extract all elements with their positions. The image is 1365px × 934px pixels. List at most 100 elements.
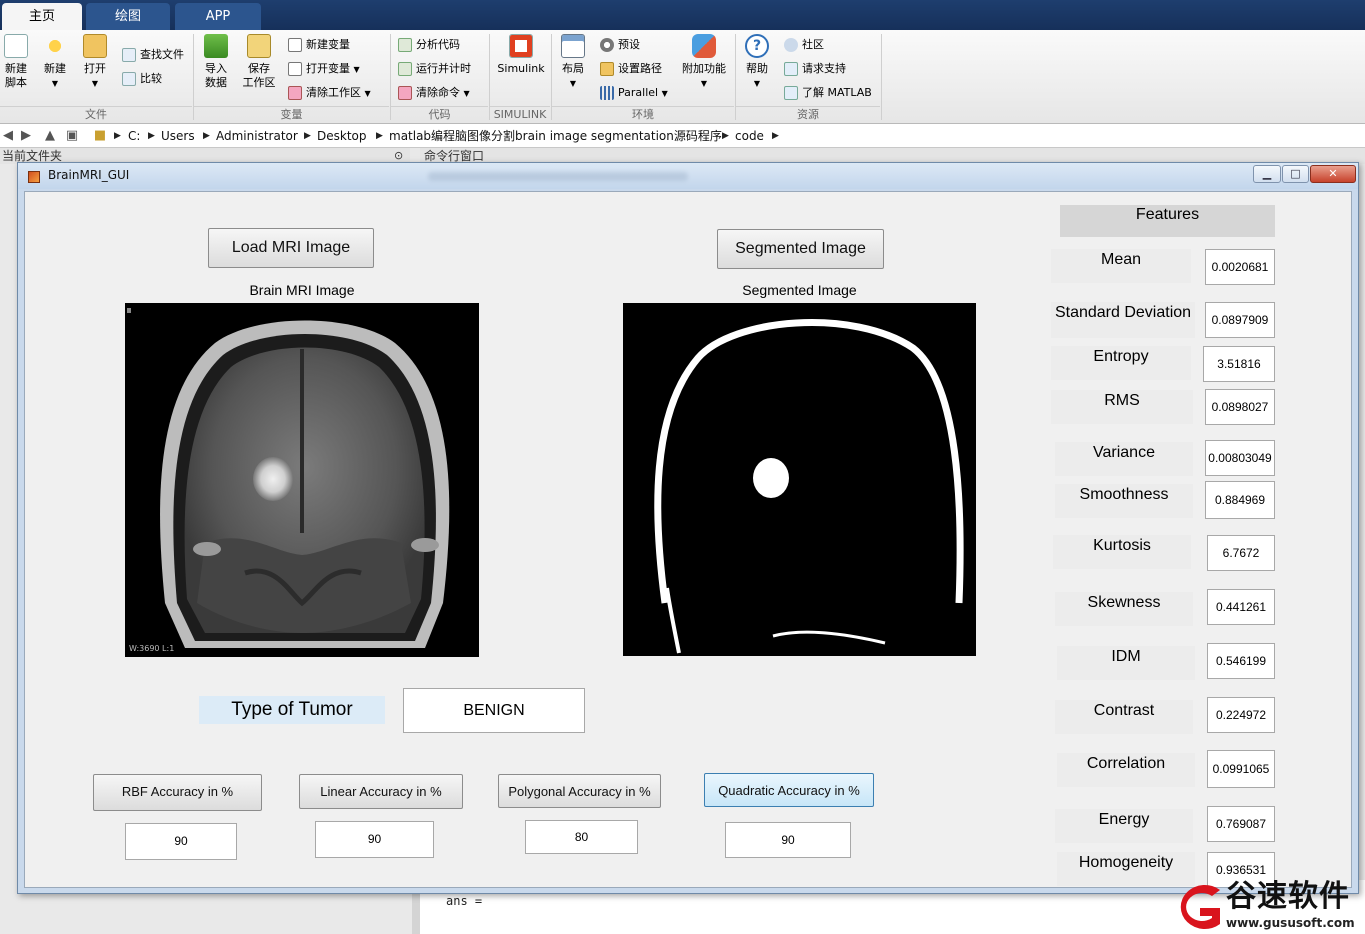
open-variable-label: 打开变量 — [306, 62, 350, 75]
layout-button[interactable]: 布局 ▼ — [558, 34, 588, 91]
breadcrumb-separator: ▶ — [148, 131, 155, 141]
parallel-label: Parallel — [618, 86, 659, 99]
community-label: 社区 — [802, 38, 824, 51]
feature-label-standard-deviation: Standard Deviation — [1051, 302, 1195, 338]
feature-value-entropy: 3.51816 — [1203, 346, 1275, 382]
save-workspace-icon — [247, 34, 271, 58]
brain-mri-axes-title: Brain MRI Image — [249, 282, 355, 298]
linear-accuracy-button[interactable]: Linear Accuracy in % — [299, 774, 463, 809]
feature-label-contrast: Contrast — [1055, 700, 1193, 734]
back-arrow-icon[interactable]: ◀ — [0, 128, 16, 144]
addons-label: 附加功能 — [682, 62, 726, 75]
learn-matlab-label: 了解 MATLAB — [802, 86, 872, 99]
new-button[interactable]: 新建 ▼ — [40, 34, 70, 91]
simulink-label: Simulink — [497, 62, 545, 75]
maximize-button[interactable]: □ — [1282, 165, 1309, 183]
figure-titlebar[interactable]: BrainMRI_GUI ▁ □ ✕ — [18, 163, 1358, 189]
window-title: BrainMRI_GUI — [48, 168, 130, 182]
analyze-code-button[interactable]: 分析代码 — [398, 36, 460, 54]
feature-value-standard-deviation: 0.0897909 — [1205, 302, 1275, 338]
find-files-icon — [122, 48, 136, 62]
feature-label-entropy: Entropy — [1051, 346, 1191, 380]
feature-label-kurtosis: Kurtosis — [1053, 535, 1191, 569]
run-time-icon — [398, 62, 412, 76]
polygonal-accuracy-button[interactable]: Polygonal Accuracy in % — [498, 774, 661, 808]
help-button[interactable]: ? 帮助 ▼ — [742, 34, 772, 91]
save-workspace-label: 保存 工作区 — [242, 62, 276, 89]
find-files-button[interactable]: 查找文件 — [122, 46, 184, 64]
feature-label-variance: Variance — [1055, 442, 1193, 476]
parallel-icon — [600, 86, 614, 100]
clear-commands-button[interactable]: 清除命令 ▼ — [398, 84, 470, 102]
save-workspace-button[interactable]: 保存 工作区 — [240, 34, 278, 90]
tab-home[interactable]: 主页 — [2, 3, 82, 30]
tab-apps[interactable]: APP — [175, 3, 261, 30]
tumor-type-value: BENIGN — [403, 688, 585, 733]
feature-label-smoothness: Smoothness — [1055, 484, 1193, 518]
request-support-button[interactable]: 请求支持 — [784, 60, 846, 78]
breadcrumb-item[interactable]: code — [735, 128, 764, 144]
breadcrumb-item[interactable]: Users — [161, 128, 195, 144]
preferences-label: 预设 — [618, 38, 640, 51]
simulink-button[interactable]: Simulink — [496, 34, 546, 76]
feature-value-mean: 0.0020681 — [1205, 249, 1275, 285]
load-mri-image-button[interactable]: Load MRI Image — [208, 228, 374, 268]
run-and-time-button[interactable]: 运行并计时 — [398, 60, 471, 78]
feature-value-smoothness: 0.884969 — [1205, 481, 1275, 519]
clear-workspace-button[interactable]: 清除工作区 ▼ — [288, 84, 371, 102]
group-environment-label: 环境 — [552, 106, 734, 122]
polygonal-accuracy-value: 80 — [525, 820, 638, 854]
community-icon — [784, 38, 798, 52]
rbf-accuracy-button[interactable]: RBF Accuracy in % — [93, 774, 262, 811]
breadcrumb-separator: ▶ — [304, 131, 311, 141]
set-path-button[interactable]: 设置路径 — [600, 60, 662, 78]
preferences-button[interactable]: 预设 — [600, 36, 640, 54]
new-script-label: 新建 脚本 — [5, 62, 27, 89]
linear-accuracy-value: 90 — [315, 821, 434, 858]
gui-client-area: Load MRI Image Segmented Image Brain MRI… — [24, 191, 1352, 888]
breadcrumb-item[interactable]: Administrator — [216, 128, 298, 144]
feature-label-correlation: Correlation — [1057, 753, 1195, 787]
learn-matlab-button[interactable]: 了解 MATLAB — [784, 84, 872, 102]
features-header: Features — [1060, 205, 1275, 237]
analyze-code-icon — [398, 38, 412, 52]
browse-folder-icon[interactable]: ▣ — [64, 128, 80, 144]
set-path-label: 设置路径 — [618, 62, 662, 75]
breadcrumb-item[interactable]: C: — [128, 128, 140, 144]
open-variable-button[interactable]: 打开变量 ▼ — [288, 60, 360, 78]
open-button[interactable]: 打开 ▼ — [80, 34, 110, 91]
breadcrumb-item[interactable]: Desktop — [317, 128, 367, 144]
group-file-label: 文件 — [0, 106, 192, 122]
import-data-button[interactable]: 导入 数据 — [200, 34, 232, 90]
group-variable-label: 变量 — [194, 106, 389, 122]
compare-button[interactable]: 比较 — [122, 70, 162, 88]
community-button[interactable]: 社区 — [784, 36, 824, 54]
clear-workspace-label: 清除工作区 — [306, 86, 361, 99]
import-data-label: 导入 数据 — [205, 62, 227, 89]
feature-label-energy: Energy — [1055, 809, 1193, 843]
compare-icon — [122, 72, 136, 86]
forward-arrow-icon[interactable]: ▶ — [18, 128, 34, 144]
breadcrumb-item[interactable]: matlab编程脑图像分割brain image segmentation源码程… — [389, 128, 722, 144]
analyze-code-label: 分析代码 — [416, 38, 460, 51]
group-resources-label: 资源 — [736, 106, 880, 122]
current-folder-label: 当前文件夹 — [2, 149, 63, 163]
new-script-button[interactable]: 新建 脚本 — [2, 34, 30, 90]
addons-icon — [692, 34, 716, 58]
figure-window: BrainMRI_GUI ▁ □ ✕ Load MRI Image Segmen… — [17, 162, 1359, 894]
tab-plots[interactable]: 绘图 — [86, 3, 170, 30]
group-code-label: 代码 — [391, 106, 488, 122]
breadcrumb-separator: ▶ — [376, 131, 383, 141]
parallel-button[interactable]: Parallel ▼ — [600, 84, 668, 102]
help-label: 帮助 — [746, 62, 768, 75]
quadratic-accuracy-button[interactable]: Quadratic Accuracy in % — [704, 773, 874, 807]
new-variable-button[interactable]: 新建变量 — [288, 36, 350, 54]
compare-label: 比较 — [140, 72, 162, 85]
close-button[interactable]: ✕ — [1310, 165, 1356, 183]
new-label: 新建 — [44, 62, 66, 75]
new-variable-icon — [288, 38, 302, 52]
addons-button[interactable]: 附加功能 ▼ — [680, 34, 728, 91]
minimize-button[interactable]: ▁ — [1253, 165, 1281, 183]
up-folder-icon[interactable]: ▲ — [42, 128, 58, 144]
segmented-image-button[interactable]: Segmented Image — [717, 229, 884, 269]
